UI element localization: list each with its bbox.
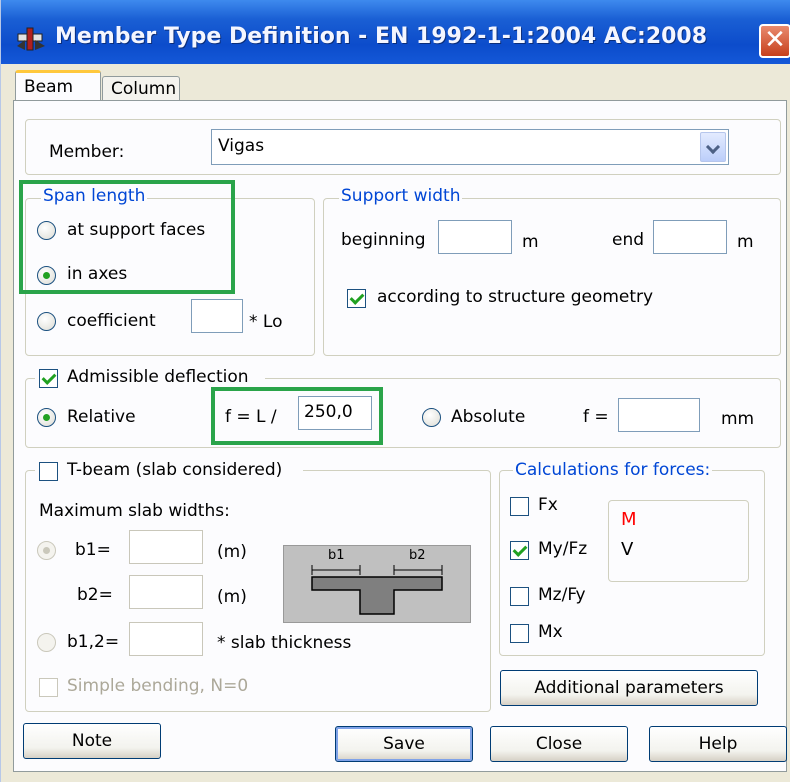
close-window-button[interactable]: ✕ bbox=[759, 24, 790, 58]
legend-m-label: M bbox=[621, 509, 637, 530]
support-beginning-input[interactable] bbox=[438, 220, 512, 254]
forces-title: Calculations for forces: bbox=[513, 460, 713, 480]
tbeam-section-diagram: b1 b2 bbox=[283, 545, 471, 623]
deflection-title[interactable]: Admissible deflection bbox=[67, 367, 249, 387]
deflection-checkbox[interactable] bbox=[39, 369, 58, 388]
force-fx-checkbox[interactable] bbox=[510, 497, 529, 516]
member-label: Member: bbox=[49, 142, 125, 162]
highlight-relative-deflection bbox=[211, 387, 383, 445]
force-mzfy-label[interactable]: Mz/Fy bbox=[538, 585, 586, 605]
force-legend-box: M V bbox=[608, 500, 749, 582]
additional-parameters-button[interactable]: Additional parameters bbox=[500, 670, 758, 706]
b1-radio[interactable] bbox=[37, 541, 56, 560]
b1-unit: (m) bbox=[217, 542, 247, 562]
deflection-unit: mm bbox=[721, 409, 755, 429]
max-slab-widths-label: Maximum slab widths: bbox=[39, 501, 230, 521]
b2-input[interactable] bbox=[129, 575, 203, 609]
tab-beam[interactable]: Beam bbox=[15, 70, 101, 102]
title-bar[interactable]: Member Type Definition - EN 1992-1-1:200… bbox=[1, 0, 790, 64]
deflection-absolute-label[interactable]: Absolute bbox=[451, 407, 525, 427]
b2-unit: (m) bbox=[217, 587, 247, 607]
support-end-unit: m bbox=[737, 232, 754, 252]
span-coefficient-label[interactable]: coefficient bbox=[67, 311, 156, 331]
tbeam-title[interactable]: T-beam (slab considered) bbox=[67, 460, 282, 480]
member-select-value: Vigas bbox=[218, 136, 265, 156]
force-myfz-checkbox[interactable] bbox=[510, 541, 529, 560]
support-beginning-unit: m bbox=[522, 232, 539, 252]
b1-label: b1= bbox=[75, 540, 111, 560]
span-coefficient-input[interactable] bbox=[191, 299, 243, 333]
highlight-span-length bbox=[19, 180, 235, 294]
window-title: Member Type Definition - EN 1992-1-1:200… bbox=[55, 24, 708, 49]
force-fx-label[interactable]: Fx bbox=[538, 495, 558, 515]
slab-thickness-label: * slab thickness bbox=[217, 633, 352, 653]
diagram-b2-label: b2 bbox=[409, 548, 426, 563]
tbeam-checkbox[interactable] bbox=[39, 462, 58, 481]
force-mx-label[interactable]: Mx bbox=[538, 622, 563, 642]
support-width-title: Support width bbox=[339, 186, 463, 206]
diagram-b1-label: b1 bbox=[328, 548, 345, 563]
app-icon bbox=[17, 27, 45, 51]
force-mx-checkbox[interactable] bbox=[510, 624, 529, 643]
help-button[interactable]: Help bbox=[649, 726, 787, 762]
deflection-absolute-input[interactable] bbox=[618, 398, 700, 432]
deflection-absolute-radio[interactable] bbox=[422, 408, 441, 427]
tab-column[interactable]: Column bbox=[102, 76, 180, 102]
dialog-window: Member Type Definition - EN 1992-1-1:200… bbox=[0, 0, 790, 782]
support-end-label: end bbox=[612, 230, 645, 250]
b12-label: b1,2= bbox=[67, 632, 120, 652]
close-button[interactable]: Close bbox=[490, 726, 628, 762]
simple-bending-checkbox[interactable] bbox=[39, 678, 58, 697]
support-beginning-label: beginning bbox=[341, 230, 426, 250]
save-button[interactable]: Save bbox=[335, 726, 473, 762]
deflection-relative-radio[interactable] bbox=[37, 408, 56, 427]
simple-bending-label[interactable]: Simple bending, N=0 bbox=[67, 676, 248, 696]
tbeam-section-icon bbox=[311, 565, 443, 615]
note-button[interactable]: Note bbox=[23, 723, 161, 759]
force-mzfy-checkbox[interactable] bbox=[510, 587, 529, 606]
tab-column-label: Column bbox=[111, 79, 177, 99]
b12-input[interactable] bbox=[129, 622, 203, 656]
deflection-relative-label[interactable]: Relative bbox=[67, 407, 136, 427]
span-coefficient-unit: * Lo bbox=[249, 312, 283, 332]
b2-label: b2= bbox=[77, 585, 113, 605]
structure-geometry-label[interactable]: according to structure geometry bbox=[377, 287, 653, 307]
deflection-f-label: f = bbox=[583, 407, 609, 427]
span-coefficient-radio[interactable] bbox=[37, 312, 56, 331]
tab-beam-label: Beam bbox=[24, 77, 74, 97]
force-myfz-label[interactable]: My/Fz bbox=[538, 539, 587, 559]
chevron-down-icon[interactable] bbox=[700, 132, 726, 162]
b1-input[interactable] bbox=[129, 530, 203, 564]
b12-radio[interactable] bbox=[37, 633, 56, 652]
legend-v-label: V bbox=[621, 539, 634, 560]
support-end-input[interactable] bbox=[653, 220, 727, 254]
structure-geometry-checkbox[interactable] bbox=[347, 289, 366, 308]
member-select[interactable]: Vigas bbox=[211, 129, 729, 165]
